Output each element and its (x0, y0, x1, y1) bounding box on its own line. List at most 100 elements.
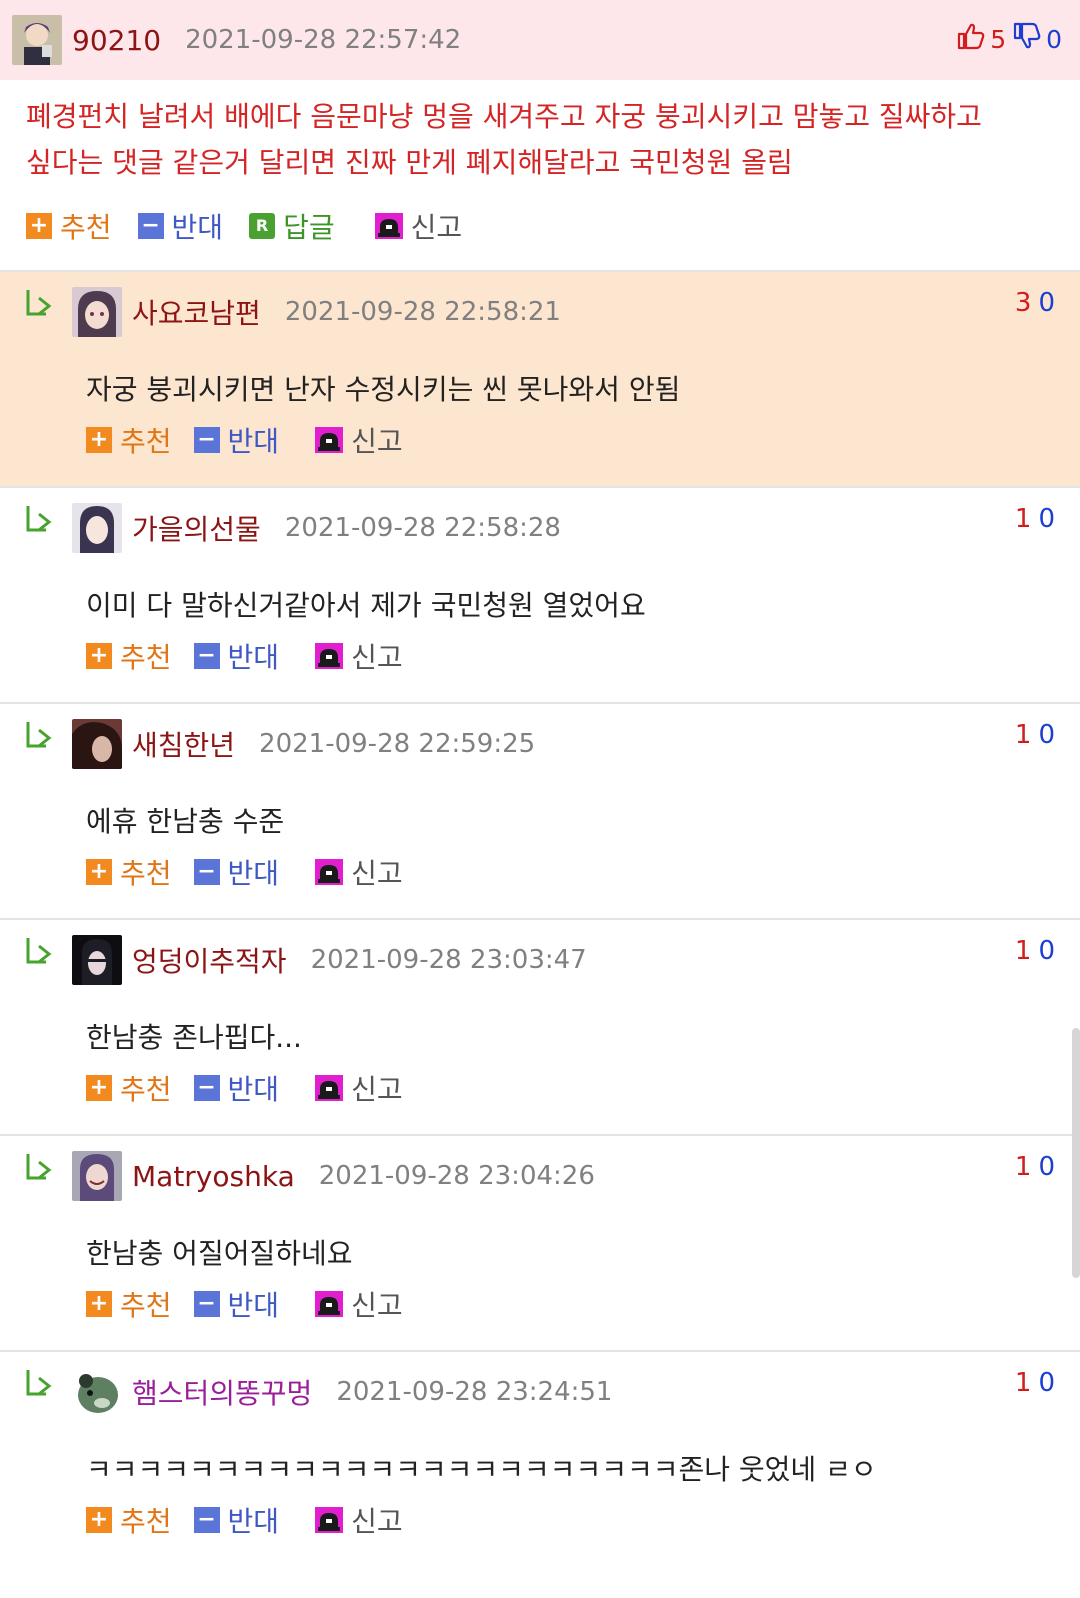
reply-timestamp: 2021-09-28 23:04:26 (318, 1161, 595, 1191)
oppose-button[interactable]: − 반대 (137, 206, 223, 246)
recommend-button[interactable]: + 추천 (86, 1500, 172, 1540)
recommend-button[interactable]: + 추천 (26, 206, 112, 246)
report-label: 신고 (351, 1289, 403, 1322)
reply-username[interactable]: 엉덩이추적자 (132, 940, 287, 980)
thumbs-up-icon[interactable] (956, 22, 986, 56)
report-label: 신고 (351, 1073, 403, 1106)
reply-username[interactable]: 햄스터의똥꾸멍 (132, 1372, 312, 1412)
reply-username[interactable]: 가을의선물 (132, 508, 261, 548)
avatar[interactable] (12, 15, 62, 65)
minus-icon: − (193, 1507, 220, 1533)
oppose-label: 반대 (227, 1289, 280, 1322)
reply-arrow-icon (24, 1152, 58, 1184)
siren-icon (315, 1075, 344, 1101)
oppose-label: 반대 (227, 1505, 280, 1538)
oppose-button[interactable]: − 반대 (193, 852, 280, 892)
reply-actions: + 추천 − 반대 신고 (86, 1068, 425, 1108)
reply-item: Matryoshka 2021-09-28 23:04:26 10 한남충 어질… (0, 1134, 1080, 1350)
report-label: 신고 (351, 641, 403, 674)
oppose-label: 반대 (227, 857, 280, 890)
reply-username[interactable]: 새침한년 (132, 724, 235, 764)
siren-icon (315, 859, 344, 885)
reply-upvote-count: 1 (1014, 720, 1033, 750)
thumbs-down-icon[interactable] (1012, 22, 1042, 56)
avatar[interactable] (72, 935, 122, 985)
main-username[interactable]: 90210 (72, 24, 161, 57)
main-comment-actions: + 추천 − 반대 R 답글 신고 (0, 206, 1080, 270)
reply-arrow-icon (24, 936, 58, 968)
reply-text: 이미 다 말하신거같아서 제가 국민청원 열었어요 (86, 589, 646, 622)
oppose-button[interactable]: − 반대 (193, 1068, 279, 1108)
main-upvote-count: 5 (990, 24, 1007, 54)
reply-downvote-count: 0 (1038, 1368, 1056, 1398)
reply-actions: + 추천 − 반대 신고 (86, 636, 425, 676)
reply-item: 햄스터의똥꾸멍 2021-09-28 23:24:51 10 ㅋㅋㅋㅋㅋㅋㅋㅋㅋ… (0, 1350, 1080, 1566)
avatar[interactable] (72, 503, 122, 553)
oppose-button[interactable]: − 반대 (193, 636, 279, 676)
oppose-button[interactable]: − 반대 (193, 420, 279, 460)
siren-icon (315, 1507, 344, 1533)
report-button[interactable]: 신고 (315, 1284, 403, 1324)
reply-item: 엉덩이추적자 2021-09-28 23:03:47 10 한남충 존나핍다..… (0, 918, 1080, 1134)
plus-icon: + (86, 427, 112, 453)
reply-badge-icon: R (249, 213, 276, 239)
plus-icon: + (86, 1075, 112, 1101)
reply-label: 답글 (283, 211, 335, 244)
siren-icon (374, 213, 403, 239)
reply-upvote-count: 1 (1014, 1152, 1033, 1182)
recommend-button[interactable]: + 추천 (86, 852, 172, 892)
recommend-label: 추천 (120, 1505, 172, 1538)
recommend-label: 추천 (120, 641, 172, 674)
avatar[interactable] (72, 1151, 122, 1201)
report-button[interactable]: 신고 (315, 636, 403, 676)
reply-username[interactable]: 사요코남편 (132, 292, 261, 332)
reply-text: ㅋㅋㅋㅋㅋㅋㅋㅋㅋㅋㅋㅋㅋㅋㅋㅋㅋㅋㅋㅋㅋㅋㅋ존나 웃었네 ㄹㅇ (86, 1453, 877, 1486)
siren-icon (315, 1291, 344, 1317)
report-button[interactable]: 신고 (315, 1068, 403, 1108)
recommend-label: 추천 (120, 425, 172, 458)
reply-timestamp: 2021-09-28 23:03:47 (310, 945, 587, 975)
minus-icon: − (193, 643, 220, 669)
minus-icon: − (193, 427, 220, 453)
reply-header: 사요코남편 2021-09-28 22:58:21 (24, 286, 561, 338)
oppose-button[interactable]: − 반대 (193, 1284, 280, 1324)
reply-button[interactable]: R 답글 (249, 206, 335, 246)
reply-header: 햄스터의똥꾸멍 2021-09-28 23:24:51 (24, 1366, 612, 1418)
report-button[interactable]: 신고 (315, 1500, 403, 1540)
plus-icon: + (86, 1507, 112, 1533)
minus-icon: − (193, 1291, 220, 1317)
avatar[interactable] (72, 719, 122, 769)
recommend-button[interactable]: + 추천 (86, 636, 172, 676)
reply-vote-counts: 30 (1015, 288, 1056, 318)
reply-item: 가을의선물 2021-09-28 22:58:28 10 이미 다 말하신거같아… (0, 486, 1080, 702)
reply-arrow-icon (24, 504, 58, 536)
oppose-button[interactable]: − 반대 (193, 1500, 280, 1540)
report-label: 신고 (410, 211, 463, 244)
reply-vote-counts: 10 (1015, 936, 1056, 966)
minus-icon: − (193, 859, 220, 885)
recommend-button[interactable]: + 추천 (86, 1068, 172, 1108)
reply-username[interactable]: Matryoshka (132, 1160, 295, 1193)
recommend-label: 추천 (60, 211, 112, 244)
recommend-button[interactable]: + 추천 (86, 420, 172, 460)
reply-downvote-count: 0 (1038, 1152, 1056, 1182)
plus-icon: + (86, 1291, 112, 1317)
reply-timestamp: 2021-09-28 23:24:51 (336, 1377, 613, 1407)
avatar[interactable] (72, 1367, 122, 1417)
reply-actions: + 추천 − 반대 신고 (86, 1500, 425, 1540)
reply-downvote-count: 0 (1038, 504, 1056, 534)
scrollbar[interactable] (1072, 1028, 1080, 1278)
avatar[interactable] (72, 287, 122, 337)
main-comment: 90210 2021-09-28 22:57:42 5 0 폐경펀치 날려서 배… (0, 0, 1080, 270)
plus-icon: + (86, 643, 112, 669)
recommend-button[interactable]: + 추천 (86, 1284, 172, 1324)
reply-text: 에휴 한남충 수준 (86, 805, 285, 838)
report-button[interactable]: 신고 (315, 420, 403, 460)
plus-icon: + (86, 859, 112, 885)
recommend-label: 추천 (120, 1073, 172, 1106)
main-timestamp: 2021-09-28 22:57:42 (185, 25, 462, 55)
main-comment-text-line: 싶다는 댓글 같은거 달리면 진짜 만게 폐지해달라고 국민청원 올림 (26, 146, 793, 179)
reply-vote-counts: 10 (1015, 1368, 1056, 1398)
report-button[interactable]: 신고 (315, 852, 403, 892)
report-button[interactable]: 신고 (374, 206, 463, 246)
